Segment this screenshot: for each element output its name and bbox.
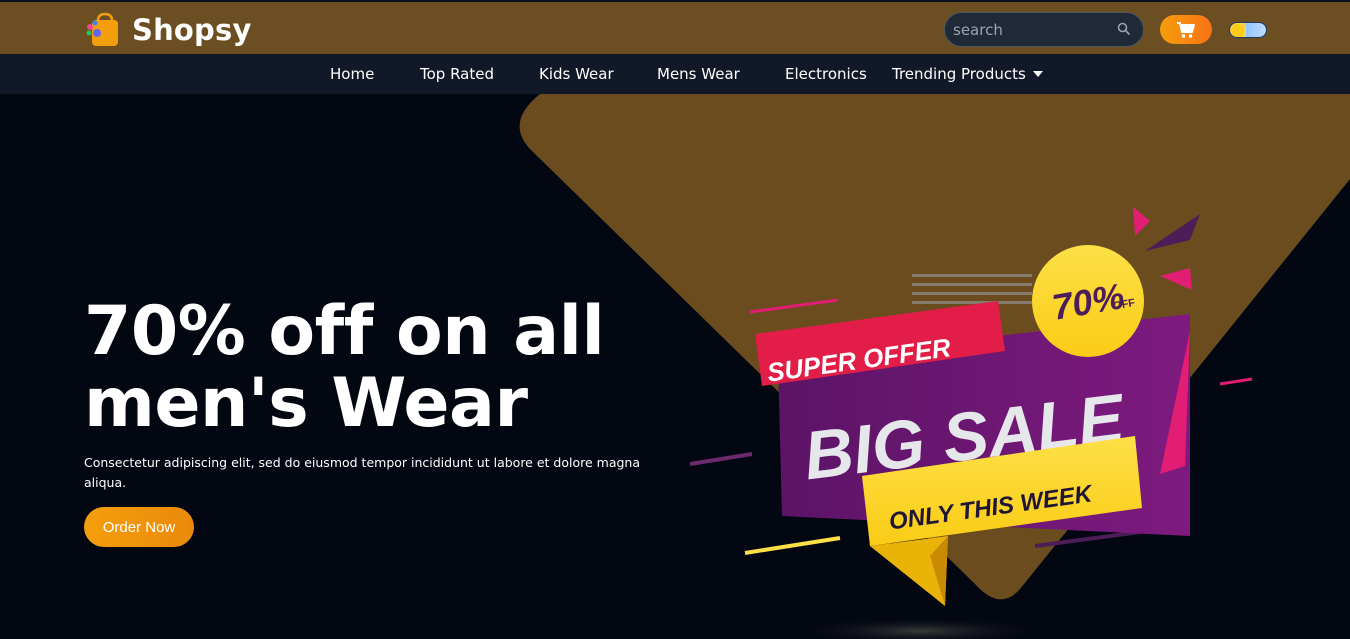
cart-icon [1177, 21, 1195, 38]
theme-toggle[interactable] [1229, 22, 1267, 38]
hero-subtext: Consectetur adipiscing elit, sed do eius… [84, 455, 640, 490]
nav-item-mens-wear[interactable]: Mens Wear [657, 65, 740, 83]
search-input[interactable] [945, 20, 1105, 39]
shopping-bag-icon [86, 12, 118, 46]
order-now-button[interactable]: Order Now [84, 507, 194, 547]
main-nav: Home Top Rated Kids Wear Mens Wear Elect… [0, 54, 1350, 94]
chevron-down-icon [1032, 71, 1043, 77]
brand-name: Shopsy [132, 13, 252, 47]
search-icon[interactable] [1117, 22, 1131, 36]
cart-button[interactable] [1160, 15, 1212, 44]
toggle-knob [1231, 24, 1244, 37]
hero-headline: 70% off on all men's Wear [84, 292, 605, 443]
nav-item-top-rated[interactable]: Top Rated [420, 65, 494, 83]
nav-item-home[interactable]: Home [330, 65, 374, 83]
top-header: Shopsy [0, 0, 1350, 54]
nav-item-electronics[interactable]: Electronics [785, 65, 867, 83]
sale-banner-image: 70% OFF SUPER OFFER BIG SALE ONLY THIS W… [690, 207, 1253, 639]
nav-item-trending-products[interactable]: Trending Products [892, 65, 1043, 83]
nav-item-trending-label: Trending Products [892, 65, 1026, 83]
brand-logo[interactable]: Shopsy [84, 11, 252, 49]
nav-item-kids-wear[interactable]: Kids Wear [539, 65, 614, 83]
search-bar[interactable] [944, 12, 1144, 47]
